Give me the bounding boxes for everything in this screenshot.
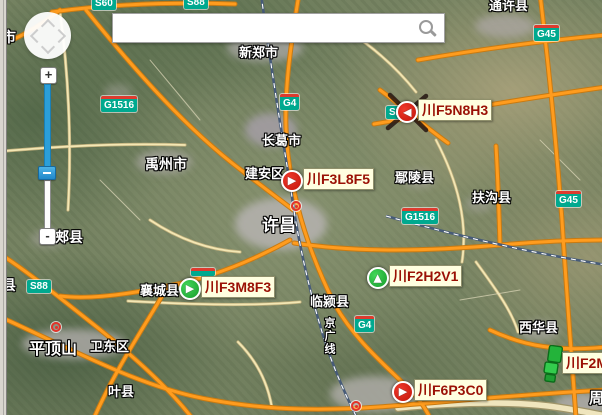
pan-down-arrow-icon[interactable] <box>41 40 55 54</box>
zoom-slider-track[interactable] <box>44 84 51 167</box>
vehicle-plate-label[interactable]: 川F2M <box>562 352 602 374</box>
vehicle-plate-label[interactable]: 川F6P3C0 <box>414 379 487 401</box>
pan-right-arrow-icon[interactable] <box>52 29 66 43</box>
vehicle-marker[interactable]: ▶ <box>367 267 389 289</box>
vehicle-marker[interactable]: ▶ <box>179 278 201 300</box>
vehicle-marker[interactable]: ▶ <box>392 381 414 403</box>
vehicle-plate-label[interactable]: 川F2H2V1 <box>389 265 462 287</box>
pan-left-arrow-icon[interactable] <box>30 29 44 43</box>
search-magnifier-icon[interactable] <box>419 20 436 37</box>
search-box <box>112 13 445 43</box>
zoom-out-button[interactable]: - <box>39 228 56 245</box>
vehicle-marker[interactable]: ▶ <box>281 170 303 192</box>
search-input[interactable] <box>117 16 421 42</box>
vehicle-heading-arrow-icon: ▶ <box>403 107 411 118</box>
left-panel-edge <box>0 0 7 415</box>
vehicle-plate-label[interactable]: 川F3M8F3 <box>201 276 275 298</box>
map-window: S60S88G45G4G1516S25G45G1516S88G4 市新郑市通许县… <box>0 0 602 415</box>
vehicle-heading-arrow-icon: ▶ <box>186 284 194 295</box>
vehicle-markers-layer: ▶ 川F5N8H3 ▶ 川F3L8F5 ▶ 川F2H2V1 ▶ 川F3M8F3 ▶ 川F6P3C0… <box>0 0 602 415</box>
vehicle-heading-arrow-icon: ▶ <box>373 274 384 282</box>
zoom-slider-track-lower[interactable] <box>44 180 51 229</box>
vehicle-heading-arrow-icon: ▶ <box>399 387 407 398</box>
zoom-in-button[interactable]: + <box>40 67 57 84</box>
pan-control[interactable] <box>24 12 71 59</box>
vehicle-heading-arrow-icon: ▶ <box>288 176 296 187</box>
vehicle-plate-label[interactable]: 川F5N8H3 <box>418 99 492 121</box>
zoom-slider-handle[interactable] <box>38 166 56 180</box>
vehicle-plate-label[interactable]: 川F3L8F5 <box>303 168 374 190</box>
pan-up-arrow-icon[interactable] <box>41 19 55 33</box>
vehicle-marker[interactable]: ▶ <box>396 101 418 123</box>
